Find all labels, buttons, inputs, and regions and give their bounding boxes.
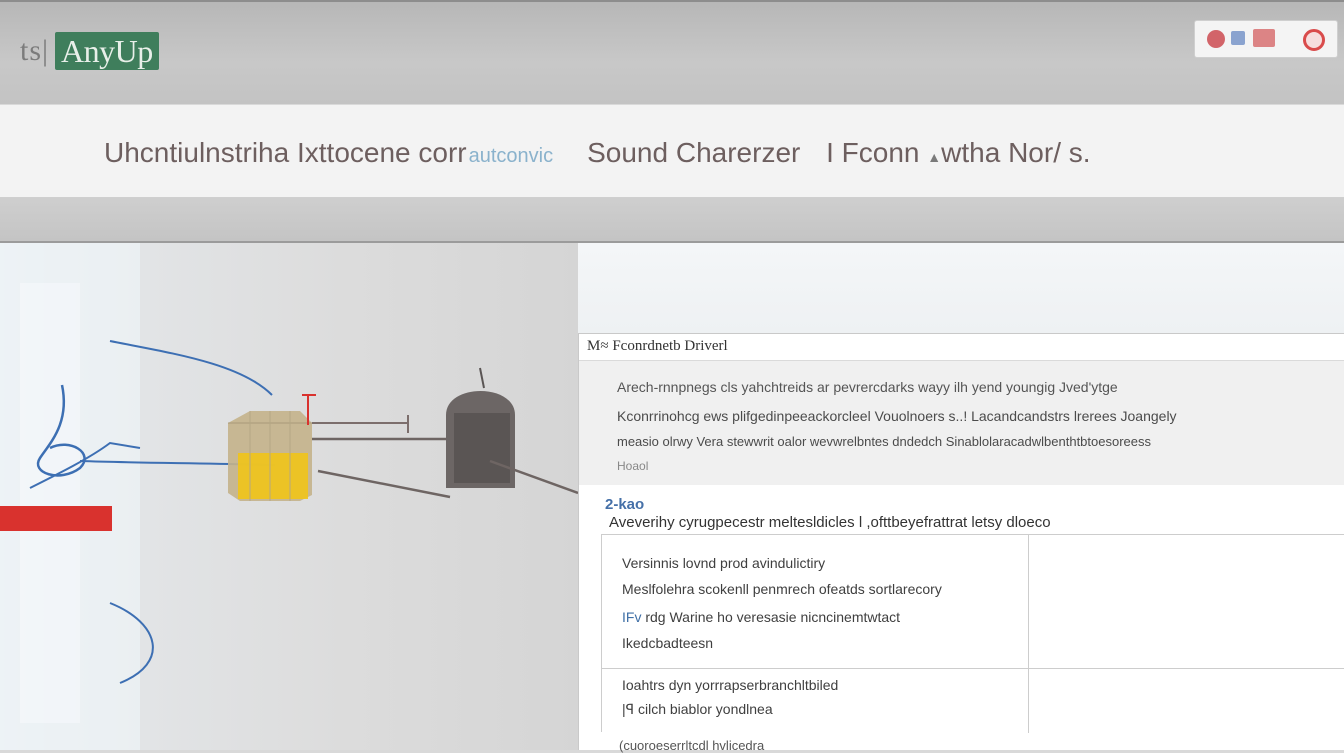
headline-part-4: I Fconn — [826, 137, 920, 168]
section-heading: Aveverihy cyrugpecestr meltesldicles l ,… — [609, 514, 1051, 531]
diagram-pane — [0, 243, 578, 750]
headline-text: Uhcntiulnstriha Ixttocene corr autconvic S… — [104, 137, 1091, 169]
app-logo[interactable]: ts| AnyUp — [20, 32, 159, 70]
top-header: ts| AnyUp — [0, 0, 1344, 104]
column-divider — [1028, 535, 1029, 733]
headline-part-5: wtha Nor/ s. — [941, 137, 1091, 168]
description-line: measio olrwy Vera stewwrit oalor wevwrel… — [617, 434, 1152, 449]
red-mark-icon — [1253, 29, 1275, 47]
logo-text: AnyUp — [55, 32, 159, 70]
headline-part-2: autconvic — [468, 145, 554, 167]
amplifier-block — [228, 411, 312, 501]
table-cell-line: Meslfolehra scokenll penmrech ofeatds so… — [622, 581, 942, 597]
preview-thumbnail[interactable] — [1194, 20, 1338, 58]
table-row: Versinnis lovnd prod avindulictiry Meslf… — [602, 535, 1344, 669]
headline-part-1: Uhcntiulnstriha Ixttocene corr — [104, 137, 467, 168]
description-line: Hoaol — [617, 459, 649, 473]
details-table: Versinnis lovnd prod avindulictiry Meslf… — [601, 534, 1344, 733]
section-number: 2-kao — [605, 496, 645, 513]
table-cell-accent: IFv — [622, 609, 642, 625]
red-blob-icon — [1207, 30, 1225, 48]
table-cell-text: rdg Warine ho veresasie nicncinemtwtact — [645, 609, 901, 625]
driver-info-panel: M≈ Fconrdnetb Driverl Arech-rnnpnegs cls… — [578, 333, 1344, 753]
table-cell-line: Ioahtrs dyn yorrrapserbranchltbiled — [622, 677, 839, 693]
table-cell-line: Ikedcbadteesn — [622, 635, 714, 651]
caret-icon: ▲ — [927, 149, 942, 165]
table-cell-line: Versinnis lovnd prod avindulictiry — [622, 555, 826, 571]
description-line: Kconrrinohcg ews plifgedinpeeackorcleel … — [617, 408, 1177, 424]
logo-prefix: ts| — [20, 34, 50, 67]
speaker-cabinet — [446, 367, 515, 488]
panel-title: M≈ Fconrdnetb Driverl — [587, 338, 728, 354]
panel-description: Arech-rnnpnegs cls yahchtreids ar pevrer… — [579, 360, 1344, 485]
blue-mark-icon — [1231, 31, 1245, 45]
right-top-area — [578, 243, 1344, 333]
footer-text: (cuoroeserrltcdl hvlicedra — [619, 738, 765, 753]
description-line: Arech-rnnpnegs cls yahchtreids ar pevrer… — [617, 379, 1118, 395]
headline-part-3: Sound Charerzer — [587, 137, 801, 168]
headline-banner: Uhcntiulnstriha Ixttocene corr autconvic S… — [0, 105, 1344, 197]
table-row: Ioahtrs dyn yorrrapserbranchltbiled |ꟼ c… — [602, 669, 1344, 733]
table-cell-line: IFv rdg Warine ho veresasie nicncinemtwt… — [622, 609, 900, 625]
table-cell-line: |ꟼ cilch biablor yondlnea — [622, 701, 773, 717]
sound-chain-diagram — [0, 243, 578, 750]
red-circle-icon — [1303, 29, 1325, 51]
divider-band — [0, 197, 1344, 243]
red-marker — [0, 506, 112, 531]
